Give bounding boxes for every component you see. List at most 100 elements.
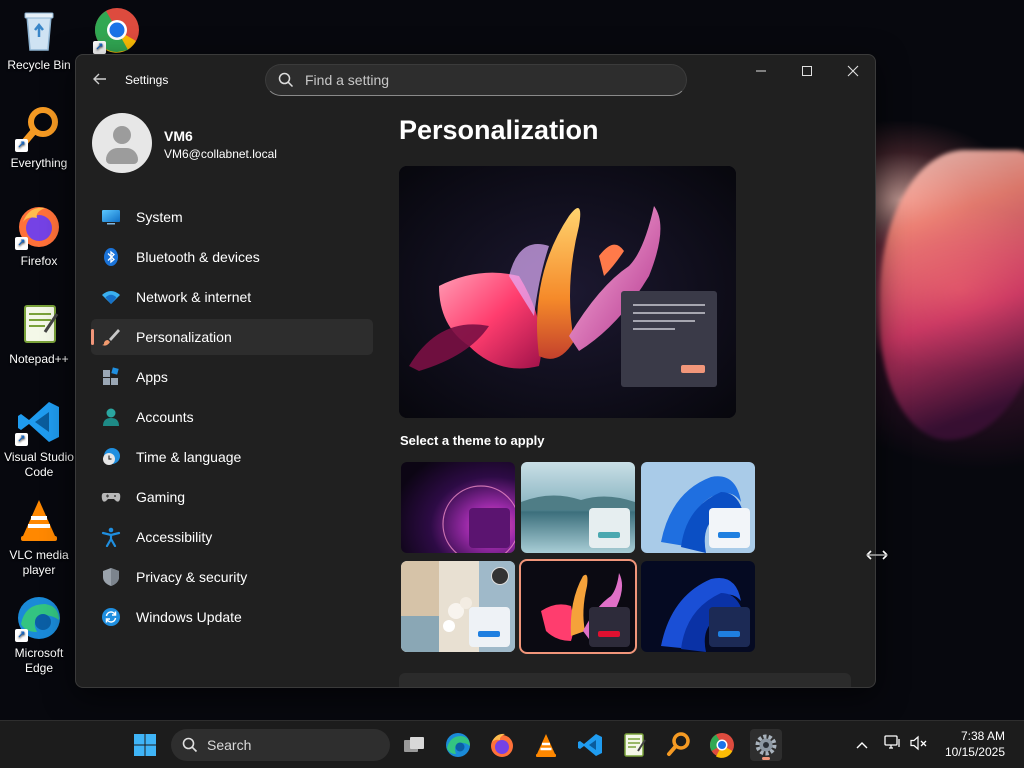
wifi-icon bbox=[102, 291, 120, 304]
accounts-icon bbox=[103, 408, 119, 426]
shortcut-arrow-icon: ↗ bbox=[15, 139, 28, 152]
nav-item-accounts[interactable]: Accounts bbox=[91, 399, 373, 435]
desktop-icon-chrome[interactable]: ↗ bbox=[78, 6, 156, 58]
settings-window: Settings VM6 VM6@collabnet.local bbox=[75, 54, 876, 688]
firefox-icon: ↗ bbox=[15, 202, 63, 250]
nav-item-privacy[interactable]: Privacy & security bbox=[91, 559, 373, 595]
nav-item-network[interactable]: Network & internet bbox=[91, 279, 373, 315]
theme-preview-window bbox=[709, 607, 750, 647]
taskbar-clock[interactable]: 7:38 AM 10/15/2025 bbox=[945, 728, 1005, 760]
taskbar-everything[interactable] bbox=[662, 729, 694, 761]
theme-current-dark-bloom[interactable] bbox=[519, 559, 637, 654]
nav-item-time-language[interactable]: Time & language bbox=[91, 439, 373, 475]
taskbar-search-label: Search bbox=[207, 737, 252, 753]
desktop-icon-vlc[interactable]: VLC media player bbox=[0, 496, 78, 578]
minimize-icon bbox=[756, 70, 766, 72]
desktop-icon-label: Notepad++ bbox=[9, 352, 69, 366]
network-tray-button[interactable] bbox=[883, 735, 903, 755]
nav-item-bluetooth[interactable]: Bluetooth & devices bbox=[91, 239, 373, 275]
close-icon bbox=[847, 65, 859, 77]
theme-windows-dark[interactable] bbox=[641, 561, 755, 652]
nav-item-apps[interactable]: Apps bbox=[91, 359, 373, 395]
nav-item-gaming[interactable]: Gaming bbox=[91, 479, 373, 515]
desktop-icon-edge[interactable]: ↗ Microsoft Edge bbox=[0, 594, 78, 676]
desktop-icon-everything[interactable]: ↗ Everything bbox=[0, 104, 78, 171]
shortcut-arrow-icon: ↗ bbox=[93, 41, 106, 54]
shield-icon bbox=[103, 568, 119, 586]
clock-globe-icon bbox=[103, 448, 120, 465]
theme-accent-bar bbox=[478, 631, 500, 637]
edge-icon: ↗ bbox=[15, 594, 63, 642]
back-button[interactable] bbox=[88, 67, 112, 91]
chevron-up-icon bbox=[856, 742, 868, 749]
accessibility-icon bbox=[101, 527, 121, 547]
theme-accent-bar bbox=[598, 631, 620, 637]
clock-time: 7:38 AM bbox=[960, 729, 1005, 743]
nav-label: Bluetooth & devices bbox=[136, 249, 260, 265]
nav-label: Accounts bbox=[136, 409, 194, 425]
spotlight-icon bbox=[491, 567, 509, 585]
update-icon bbox=[102, 608, 120, 626]
settings-nav: System Bluetooth & devices Network & int… bbox=[91, 199, 373, 639]
theme-preview-window bbox=[469, 508, 510, 548]
nav-item-accessibility[interactable]: Accessibility bbox=[91, 519, 373, 555]
desktop-icon-vscode[interactable]: ↗ Visual Studio Code bbox=[0, 398, 78, 480]
nav-label: Apps bbox=[136, 369, 168, 385]
nav-item-windows-update[interactable]: Windows Update bbox=[91, 599, 373, 635]
theme-glow[interactable] bbox=[401, 462, 515, 553]
vscode-icon bbox=[578, 734, 602, 756]
taskbar-vlc[interactable] bbox=[530, 729, 562, 761]
nav-label: Windows Update bbox=[136, 609, 242, 625]
taskbar-edge[interactable] bbox=[442, 729, 474, 761]
desktop-icon-recycle-bin[interactable]: Recycle Bin bbox=[0, 6, 78, 73]
page-title: Personalization bbox=[399, 115, 599, 145]
desktop-icon-firefox[interactable]: ↗ Firefox bbox=[0, 202, 78, 269]
system-icon bbox=[102, 210, 120, 225]
nav-label: Personalization bbox=[136, 329, 232, 345]
taskbar-firefox[interactable] bbox=[486, 729, 518, 761]
chrome-icon: ↗ bbox=[93, 6, 141, 54]
title-bar: Settings bbox=[76, 55, 875, 103]
taskbar-task-view[interactable] bbox=[398, 729, 430, 761]
desktop-icon-label: VLC media player bbox=[9, 548, 69, 577]
find-setting-search[interactable] bbox=[265, 64, 687, 96]
edge-icon bbox=[446, 733, 470, 757]
minimize-button[interactable] bbox=[738, 55, 784, 87]
close-button[interactable] bbox=[830, 55, 875, 87]
nav-label: Gaming bbox=[136, 489, 186, 505]
maximize-button[interactable] bbox=[784, 55, 830, 87]
chrome-icon bbox=[709, 733, 734, 758]
firefox-icon bbox=[491, 733, 513, 757]
taskbar-settings[interactable] bbox=[750, 729, 782, 761]
volume-tray-button[interactable] bbox=[909, 735, 929, 755]
user-avatar[interactable] bbox=[92, 113, 152, 173]
search-input[interactable] bbox=[305, 65, 675, 95]
desktop-icon-notepadpp[interactable]: Notepad++ bbox=[0, 300, 78, 367]
volume-muted-icon bbox=[910, 735, 927, 751]
theme-accent-bar bbox=[718, 532, 740, 538]
user-email: VM6@collabnet.local bbox=[164, 147, 277, 161]
vlc-icon bbox=[15, 496, 63, 544]
search-icon bbox=[182, 737, 198, 753]
theme-flowers-spotlight[interactable] bbox=[401, 561, 515, 652]
nav-item-personalization[interactable]: Personalization bbox=[91, 319, 373, 355]
taskbar-notepadpp[interactable] bbox=[618, 729, 650, 761]
task-view-icon bbox=[404, 737, 424, 752]
magnifier-icon bbox=[667, 732, 690, 756]
avatar-body bbox=[106, 148, 138, 164]
show-hidden-icons-button[interactable] bbox=[852, 735, 872, 755]
taskbar-vscode[interactable] bbox=[574, 729, 606, 761]
taskbar-chrome[interactable] bbox=[706, 729, 738, 761]
desktop-icon-label: Firefox bbox=[20, 254, 58, 268]
theme-preview-window bbox=[469, 607, 510, 647]
theme-captured-motion-lake[interactable] bbox=[521, 462, 635, 553]
vlc-icon bbox=[536, 734, 556, 757]
magnifier-icon: ↗ bbox=[15, 104, 63, 152]
taskbar-search[interactable]: Search bbox=[171, 729, 390, 761]
next-settings-card[interactable] bbox=[399, 673, 851, 687]
nav-item-system[interactable]: System bbox=[91, 199, 373, 235]
start-button[interactable] bbox=[129, 729, 161, 761]
theme-windows-light[interactable] bbox=[641, 462, 755, 553]
theme-accent-bar bbox=[598, 532, 620, 538]
brush-icon bbox=[102, 329, 120, 346]
